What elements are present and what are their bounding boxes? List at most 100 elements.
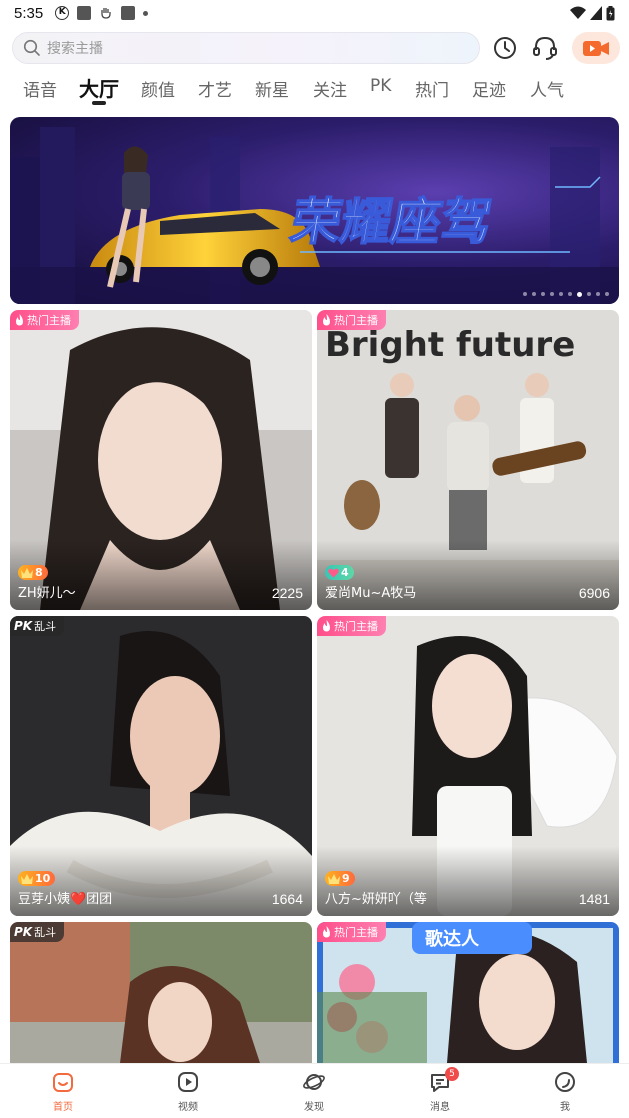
category-tabs: 语音 大厅 颜值 才艺 新星 关注 PK 热门 足迹 人气 xyxy=(0,70,629,110)
tab-talent[interactable]: 才艺 xyxy=(198,76,232,101)
nav-label: 发现 xyxy=(304,1102,324,1113)
battery-icon xyxy=(606,5,615,20)
video-play-icon xyxy=(178,1072,198,1092)
viewer-count: 1481 xyxy=(578,891,610,907)
search-row: 搜索主播 xyxy=(0,30,629,66)
start-live-camera-icon xyxy=(583,41,609,56)
pk-battle-badge: PK 乱斗 xyxy=(10,922,65,942)
level-badge: 10 xyxy=(18,871,56,886)
tab-pk[interactable]: PK xyxy=(370,76,391,96)
tab-trending[interactable]: 热门 xyxy=(415,76,449,101)
flame-icon xyxy=(323,314,330,326)
nav-label: 视频 xyxy=(178,1102,198,1113)
nav-label: 消息 xyxy=(430,1102,450,1113)
history-clock-icon[interactable] xyxy=(491,34,519,62)
streamer-name: 八方~妍妍吖（等 xyxy=(325,892,427,907)
viewer-count: 1664 xyxy=(271,891,303,907)
banner-dot xyxy=(596,292,600,296)
badge-label: 乱斗 xyxy=(34,620,57,633)
search-icon xyxy=(23,39,40,56)
level-number: 9 xyxy=(342,872,350,885)
tab-popularity[interactable]: 人气 xyxy=(530,76,564,101)
app-square-icon-2 xyxy=(121,6,136,20)
bottom-navigation: 首页 视频 发现 5 消息 我 xyxy=(0,1063,629,1118)
hot-streamer-badge: 热门主播 xyxy=(317,310,386,330)
nav-profile[interactable]: 我 xyxy=(535,1070,595,1113)
flame-icon xyxy=(16,314,23,326)
banner-dot-active xyxy=(577,292,582,297)
banner-dot xyxy=(559,292,563,296)
photo-wall-text: Bright future xyxy=(325,325,575,365)
unread-message-badge: 5 xyxy=(445,1067,459,1081)
flame-icon xyxy=(323,926,330,938)
hot-streamer-badge: 热门主播 xyxy=(317,922,386,942)
banner-dot xyxy=(550,292,554,296)
streamer-name: 豆芽小姨❤️团团 xyxy=(18,892,113,907)
tab-following[interactable]: 关注 xyxy=(313,76,347,101)
hot-streamer-badge: 热门主播 xyxy=(317,616,386,636)
streamer-name: ZH妍儿～ xyxy=(18,586,76,601)
nav-discover[interactable]: 发现 xyxy=(284,1070,344,1113)
k-icon: K xyxy=(55,6,70,20)
heart-icon xyxy=(328,568,339,577)
banner-dot xyxy=(541,292,545,296)
live-room-card[interactable]: 歌达人 热门主播 xyxy=(317,922,619,1063)
search-input[interactable]: 搜索主播 xyxy=(12,32,480,64)
streamer-name: 爱尚Mu~A牧马 xyxy=(325,586,417,601)
live-room-card[interactable]: Bright future 热门主播 4 爱尚Mu~A牧马 6906 xyxy=(317,310,619,610)
banner-dot xyxy=(523,292,527,296)
planet-icon xyxy=(303,1074,325,1090)
tab-new-star[interactable]: 新星 xyxy=(255,76,289,101)
photo-sign-text: 歌达人 xyxy=(425,928,480,950)
viewer-count: 2225 xyxy=(271,585,303,601)
tab-voice[interactable]: 语音 xyxy=(23,76,57,101)
nav-label: 我 xyxy=(560,1102,570,1113)
home-icon xyxy=(53,1073,73,1092)
status-time: 5:35 xyxy=(14,4,44,22)
banner-dot xyxy=(605,292,609,296)
level-number: 4 xyxy=(341,566,349,579)
crown-icon xyxy=(328,873,340,884)
live-room-card[interactable]: 热门主播 8 ZH妍儿～ 2225 xyxy=(10,310,312,610)
headset-service-icon[interactable] xyxy=(531,34,559,62)
level-number: 10 xyxy=(35,872,51,885)
viewer-count: 6906 xyxy=(578,585,610,601)
nav-home[interactable]: 首页 xyxy=(33,1070,93,1113)
pk-battle-badge: PK 乱斗 xyxy=(10,616,65,636)
banner-artwork: 荣耀座驾 xyxy=(10,127,619,304)
status-bar: 5:35 K xyxy=(0,0,629,26)
badge-label: 热门主播 xyxy=(334,620,378,633)
level-badge: 9 xyxy=(325,871,355,886)
badge-label: 热门主播 xyxy=(27,314,71,327)
search-placeholder: 搜索主播 xyxy=(47,41,103,57)
pk-label: PK xyxy=(14,619,33,633)
streamer-photo xyxy=(10,922,312,1063)
tab-footprint[interactable]: 足迹 xyxy=(472,76,506,101)
live-room-card[interactable]: PK 乱斗 xyxy=(10,922,312,1063)
banner-dot xyxy=(568,292,572,296)
tab-looks[interactable]: 颜值 xyxy=(141,76,175,101)
crown-icon xyxy=(21,873,33,884)
streamer-photo: 歌达人 xyxy=(317,922,619,1063)
banner-dot xyxy=(587,292,591,296)
live-room-card[interactable]: 热门主播 9 八方~妍妍吖（等 1481 xyxy=(317,616,619,916)
nav-video[interactable]: 视频 xyxy=(158,1070,218,1113)
hot-streamer-badge: 热门主播 xyxy=(10,310,79,330)
live-room-card[interactable]: PK 乱斗 10 豆芽小姨❤️团团 1664 xyxy=(10,616,312,916)
app-square-icon xyxy=(77,6,92,20)
nav-messages[interactable]: 5 消息 xyxy=(410,1067,470,1113)
banner-dot xyxy=(532,292,536,296)
profile-icon xyxy=(555,1072,575,1092)
banner-title: 荣耀座驾 xyxy=(286,192,496,251)
start-live-button[interactable] xyxy=(572,32,620,64)
promo-banner[interactable]: 荣耀座驾 xyxy=(10,117,619,304)
level-badge: 8 xyxy=(18,565,48,580)
level-number: 8 xyxy=(35,566,43,579)
banner-pagination xyxy=(523,292,609,297)
tab-hall[interactable]: 大厅 xyxy=(79,73,119,102)
signal-icon xyxy=(590,6,602,20)
wifi-icon xyxy=(570,6,586,19)
flame-icon xyxy=(323,620,330,632)
hand-icon xyxy=(99,6,113,20)
level-badge: 4 xyxy=(325,565,354,580)
